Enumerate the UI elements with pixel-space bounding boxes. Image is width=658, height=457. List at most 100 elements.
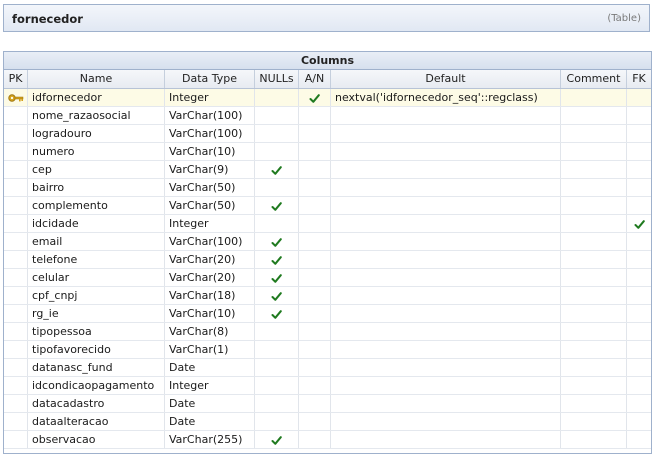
- comment-cell: [561, 143, 627, 160]
- nulls-cell: [255, 305, 299, 322]
- pk-cell: [4, 179, 28, 196]
- comment-cell: [561, 269, 627, 286]
- nulls-cell: [255, 215, 299, 232]
- pk-cell: [4, 125, 28, 142]
- table-row[interactable]: tipofavorecido VarChar(1): [4, 341, 651, 359]
- header-name[interactable]: Name: [28, 70, 165, 88]
- pk-cell: [4, 161, 28, 178]
- table-row[interactable]: tipopessoa VarChar(8): [4, 323, 651, 341]
- fk-cell: [627, 125, 651, 142]
- table-row[interactable]: complemento VarChar(50): [4, 197, 651, 215]
- table-row[interactable]: dataalteracao Date: [4, 413, 651, 431]
- name-cell: tipopessoa: [28, 323, 165, 340]
- fk-cell: [627, 233, 651, 250]
- an-cell: [299, 107, 331, 124]
- header-an[interactable]: A/N: [299, 70, 331, 88]
- header-default[interactable]: Default: [331, 70, 561, 88]
- nulls-cell: [255, 377, 299, 394]
- nulls-cell: [255, 233, 299, 250]
- comment-cell: [561, 89, 627, 106]
- type-cell: Date: [165, 359, 255, 376]
- header-data-type[interactable]: Data Type: [165, 70, 255, 88]
- pk-cell: [4, 413, 28, 430]
- type-cell: VarChar(10): [165, 305, 255, 322]
- name-cell: nome_razaosocial: [28, 107, 165, 124]
- type-cell: VarChar(20): [165, 269, 255, 286]
- an-cell: [299, 125, 331, 142]
- name-cell: telefone: [28, 251, 165, 268]
- comment-cell: [561, 431, 627, 448]
- table-row[interactable]: celular VarChar(20): [4, 269, 651, 287]
- type-cell: VarChar(10): [165, 143, 255, 160]
- table-row[interactable]: rg_ie VarChar(10): [4, 305, 651, 323]
- check-icon: [271, 291, 282, 301]
- nulls-cell: [255, 107, 299, 124]
- pk-cell: [4, 233, 28, 250]
- comment-cell: [561, 161, 627, 178]
- comment-cell: [561, 125, 627, 142]
- default-cell: [331, 377, 561, 394]
- an-cell: [299, 215, 331, 232]
- table-row[interactable]: datanasc_fund Date: [4, 359, 651, 377]
- fk-cell: [627, 89, 651, 106]
- table-row[interactable]: email VarChar(100): [4, 233, 651, 251]
- an-cell: [299, 341, 331, 358]
- header-fk[interactable]: FK: [627, 70, 651, 88]
- table-row[interactable]: idcidade Integer: [4, 215, 651, 233]
- name-cell: observacao: [28, 431, 165, 448]
- table-row[interactable]: observacao VarChar(255): [4, 431, 651, 449]
- default-cell: [331, 197, 561, 214]
- table-row[interactable]: numero VarChar(10): [4, 143, 651, 161]
- pk-cell: [4, 395, 28, 412]
- an-cell: [299, 179, 331, 196]
- type-cell: VarChar(255): [165, 431, 255, 448]
- nulls-cell: [255, 143, 299, 160]
- pk-cell: [4, 197, 28, 214]
- columns-section-header: Columns: [4, 52, 651, 70]
- name-cell: idcondicaopagamento: [28, 377, 165, 394]
- table-row[interactable]: bairro VarChar(50): [4, 179, 651, 197]
- type-cell: VarChar(8): [165, 323, 255, 340]
- comment-cell: [561, 233, 627, 250]
- name-cell: bairro: [28, 179, 165, 196]
- name-cell: tipofavorecido: [28, 341, 165, 358]
- nulls-cell: [255, 287, 299, 304]
- table-row[interactable]: datacadastro Date: [4, 395, 651, 413]
- comment-cell: [561, 107, 627, 124]
- type-cell: Date: [165, 395, 255, 412]
- an-cell: [299, 269, 331, 286]
- table-row[interactable]: idfornecedor Integer nextval('idfornecedor…: [4, 89, 651, 107]
- columns-grid: Columns PK Name Data Type NULLs A/N Defa…: [3, 51, 652, 454]
- pk-cell: [4, 89, 28, 106]
- default-cell: [331, 431, 561, 448]
- table-row[interactable]: cpf_cnpj VarChar(18): [4, 287, 651, 305]
- an-cell: [299, 395, 331, 412]
- table-row[interactable]: idcondicaopagamento Integer: [4, 377, 651, 395]
- type-cell: Integer: [165, 377, 255, 394]
- header-nulls[interactable]: NULLs: [255, 70, 299, 88]
- check-icon: [271, 273, 282, 283]
- default-cell: [331, 287, 561, 304]
- fk-cell: [627, 161, 651, 178]
- table-title-bar: fornecedor (Table): [3, 4, 650, 32]
- header-pk[interactable]: PK: [4, 70, 28, 88]
- nulls-cell: [255, 179, 299, 196]
- pk-cell: [4, 323, 28, 340]
- header-comment[interactable]: Comment: [561, 70, 627, 88]
- default-cell: [331, 413, 561, 430]
- type-cell: VarChar(50): [165, 179, 255, 196]
- comment-cell: [561, 197, 627, 214]
- table-row[interactable]: cep VarChar(9): [4, 161, 651, 179]
- an-cell: [299, 305, 331, 322]
- table-row[interactable]: nome_razaosocial VarChar(100): [4, 107, 651, 125]
- comment-cell: [561, 323, 627, 340]
- name-cell: complemento: [28, 197, 165, 214]
- table-row[interactable]: logradouro VarChar(100): [4, 125, 651, 143]
- fk-cell: [627, 143, 651, 160]
- nulls-cell: [255, 89, 299, 106]
- name-cell: logradouro: [28, 125, 165, 142]
- default-cell: [331, 179, 561, 196]
- fk-cell: [627, 395, 651, 412]
- name-cell: celular: [28, 269, 165, 286]
- table-row[interactable]: telefone VarChar(20): [4, 251, 651, 269]
